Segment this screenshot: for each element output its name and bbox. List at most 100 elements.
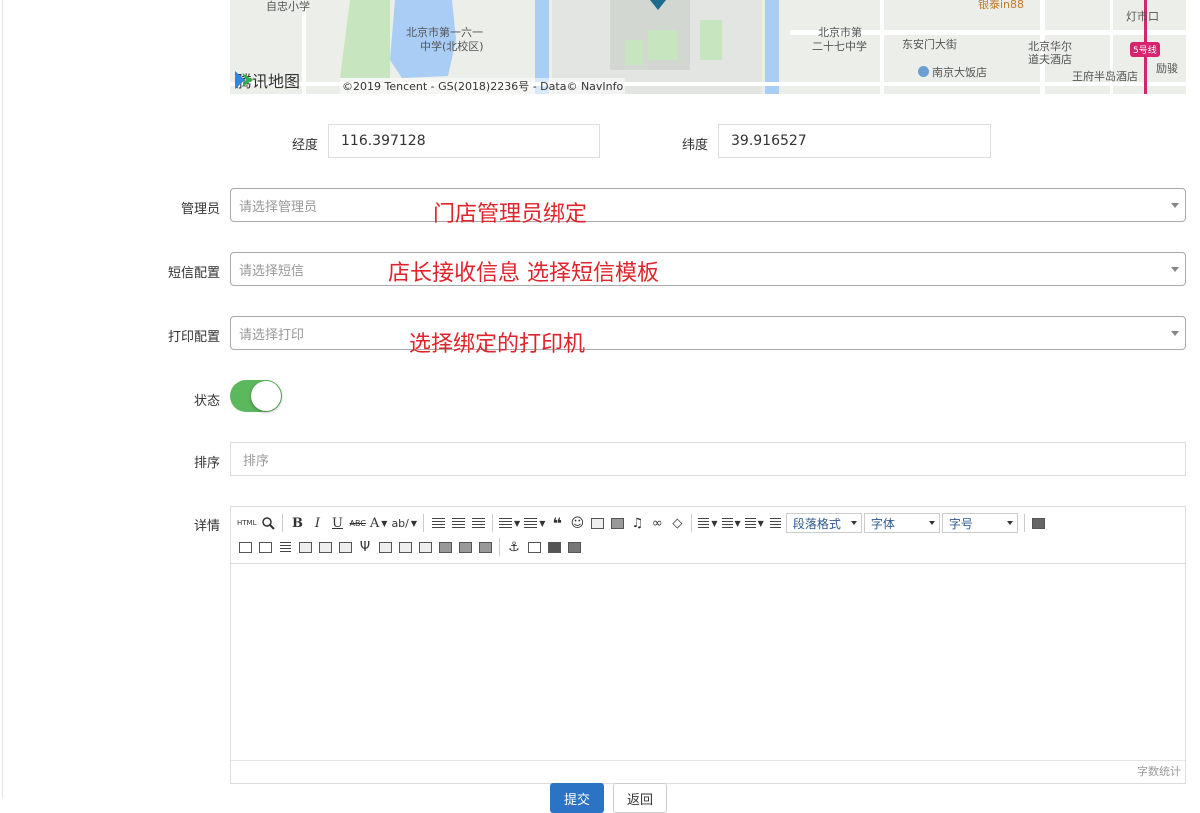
- merge-cells-icon[interactable]: [375, 536, 395, 558]
- eraser-icon[interactable]: ◇: [667, 512, 687, 534]
- print-select-placeholder: 请选择打印: [239, 327, 305, 343]
- rich-text-editor[interactable]: HTML B I U ABC A ▼ ab/▼ ▼ ▼ ❝ ☺ ♫ ∞ ◇ ▼ …: [230, 506, 1186, 784]
- bold-button[interactable]: B: [287, 512, 307, 534]
- longitude-input[interactable]: 116.397128: [328, 124, 600, 158]
- italic-button[interactable]: I: [307, 512, 327, 534]
- map-label-school2-line1: 北京市第一六一: [406, 26, 483, 39]
- background-color-icon[interactable]: ab/▼: [389, 512, 419, 534]
- html-source-button[interactable]: HTML: [235, 512, 258, 534]
- underline-button[interactable]: U: [327, 512, 347, 534]
- paste-icon[interactable]: [564, 536, 584, 558]
- map-label-dengshikou: 灯市口: [1126, 10, 1159, 23]
- blockquote-icon[interactable]: ❝: [547, 512, 567, 534]
- chevron-down-icon: [1006, 521, 1013, 525]
- map-view[interactable]: 自忠小学 北京市第一六一 中学(北校区) 北京市第 二十七中学 东安门大街 南京…: [230, 0, 1186, 94]
- map-label-street: 东安门大街: [902, 38, 957, 51]
- toolbar-separator: [423, 514, 425, 532]
- insert-title-icon[interactable]: [275, 536, 295, 558]
- align-left-icon[interactable]: [428, 512, 448, 534]
- tencent-map-logo-icon: [235, 71, 253, 89]
- image-icon[interactable]: [587, 512, 607, 534]
- indent-icon[interactable]: [766, 512, 786, 534]
- map-label-hotel2-line1: 北京华尔: [1028, 40, 1072, 53]
- map-label-hotel3: 王府半岛酒店: [1072, 70, 1138, 83]
- split-cols-icon[interactable]: [455, 536, 475, 558]
- manager-select-placeholder: 请选择管理员: [239, 199, 318, 215]
- sms-select[interactable]: 请选择短信: [230, 252, 1186, 286]
- merge-right-icon[interactable]: [395, 536, 415, 558]
- paragraph-format-value: 段落格式: [792, 516, 841, 531]
- toolbar-row-1: HTML B I U ABC A ▼ ab/▼ ▼ ▼ ❝ ☺ ♫ ∞ ◇ ▼ …: [235, 511, 1049, 535]
- delete-table-icon[interactable]: [475, 536, 495, 558]
- split-rows-icon[interactable]: [435, 536, 455, 558]
- split-cell-icon[interactable]: Ψ: [355, 536, 375, 558]
- map-copyright: ©2019 Tencent - GS(2018)2236号 - Data© Na…: [340, 78, 626, 94]
- hotel-icon: [918, 66, 929, 77]
- font-color-button[interactable]: A ▼: [368, 512, 390, 534]
- row-spacing-top-icon[interactable]: ▼: [696, 512, 719, 534]
- strikethrough-button[interactable]: ABC: [347, 512, 367, 534]
- delete-col-icon[interactable]: [335, 536, 355, 558]
- video-icon[interactable]: [607, 512, 627, 534]
- sms-annotation: 店长接收信息 选择短信模板: [388, 261, 659, 286]
- insert-table-icon[interactable]: [235, 536, 255, 558]
- preview-icon[interactable]: [258, 512, 278, 534]
- font-family-select[interactable]: 字体: [863, 513, 940, 533]
- unordered-list-icon[interactable]: ▼: [522, 512, 547, 534]
- detail-label: 详情: [193, 519, 220, 534]
- music-icon[interactable]: ♫: [627, 512, 647, 534]
- latitude-input[interactable]: 39.916527: [718, 124, 991, 158]
- word-count: 字数统计: [231, 760, 1185, 783]
- link-icon[interactable]: ∞: [647, 512, 667, 534]
- map-label-hotel2-line2: 道夫酒店: [1028, 53, 1072, 66]
- map-brand: 腾讯地图: [232, 68, 300, 92]
- toolbar-row-2: Ψ ⚓: [235, 535, 584, 559]
- print-annotation: 选择绑定的打印机: [409, 332, 586, 357]
- table-props-icon[interactable]: [255, 536, 275, 558]
- status-label: 状态: [193, 394, 220, 409]
- insert-row-icon[interactable]: [295, 536, 315, 558]
- font-color-glyph: A: [369, 515, 380, 531]
- paragraph-format-select[interactable]: 段落格式: [785, 513, 862, 533]
- map-label-school3-line1: 北京市第: [818, 26, 862, 39]
- editor-toolbar: HTML B I U ABC A ▼ ab/▼ ▼ ▼ ❝ ☺ ♫ ∞ ◇ ▼ …: [231, 507, 1185, 564]
- editor-content-area[interactable]: [231, 563, 1185, 761]
- ordered-list-icon[interactable]: ▼: [497, 512, 522, 534]
- map-label-hotel1-text: 南京大饭店: [932, 66, 987, 79]
- font-size-select[interactable]: 字号: [941, 513, 1018, 533]
- latitude-label: 纬度: [681, 138, 708, 153]
- line-height-icon[interactable]: ▼: [743, 512, 766, 534]
- back-button[interactable]: 返回: [613, 783, 667, 813]
- status-toggle[interactable]: [230, 380, 282, 412]
- page-break-icon[interactable]: [524, 536, 544, 558]
- chevron-down-icon: [928, 521, 935, 525]
- insert-col-icon[interactable]: [315, 536, 335, 558]
- sms-select-placeholder: 请选择短信: [239, 263, 305, 279]
- chevron-down-icon: [1171, 331, 1179, 336]
- print-icon[interactable]: [544, 536, 564, 558]
- merge-down-icon[interactable]: [415, 536, 435, 558]
- toolbar-separator: [492, 514, 494, 532]
- sort-label: 排序: [193, 456, 220, 471]
- emoticon-icon[interactable]: ☺: [567, 512, 587, 534]
- fullscreen-icon[interactable]: [1029, 512, 1049, 534]
- print-select[interactable]: 请选择打印: [230, 316, 1186, 350]
- map-label-school: 自忠小学: [266, 0, 310, 13]
- manager-select[interactable]: 请选择管理员: [230, 188, 1186, 222]
- chevron-down-icon: [1171, 203, 1179, 208]
- submit-button[interactable]: 提交: [550, 783, 604, 813]
- font-family-value: 字体: [870, 516, 895, 531]
- sort-input[interactable]: 排序: [230, 442, 1186, 476]
- anchor-icon[interactable]: ⚓: [504, 536, 524, 558]
- align-right-icon[interactable]: [468, 512, 488, 534]
- row-spacing-bottom-icon[interactable]: ▼: [720, 512, 743, 534]
- toggle-knob: [251, 381, 281, 411]
- map-label-school3-line2: 二十七中学: [812, 40, 867, 53]
- align-center-icon[interactable]: [448, 512, 468, 534]
- toolbar-separator: [499, 538, 500, 556]
- caret-down-icon: ▼: [539, 518, 546, 528]
- manager-annotation: 门店管理员绑定: [433, 202, 588, 227]
- map-label-school2-line2: 中学(北校区): [420, 40, 484, 53]
- print-label: 打印配置: [167, 330, 220, 345]
- sms-label: 短信配置: [167, 266, 220, 281]
